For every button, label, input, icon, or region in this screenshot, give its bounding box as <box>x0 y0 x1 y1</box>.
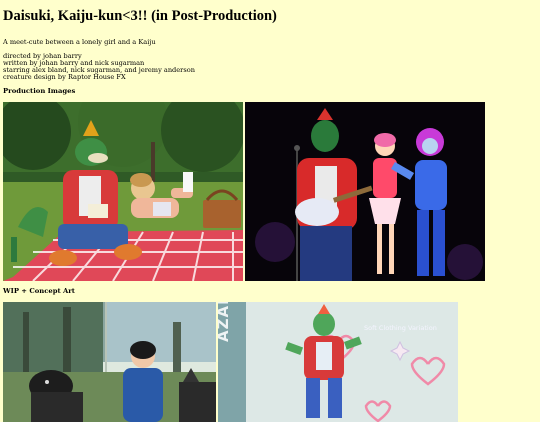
credits: directed by johan barry written by johan… <box>3 53 537 81</box>
credit-creature-design: creature design by Raptor House FX <box>3 73 126 81</box>
page-title: Daisuki, Kaiju-kun<3!! (in Post-Producti… <box>3 8 277 24</box>
picnic-still-image <box>3 102 243 281</box>
clothing-side-text: AZAM <box>218 302 232 342</box>
concept-art-heading: WIP + Concept Art <box>3 287 75 295</box>
production-images-row <box>3 102 537 281</box>
production-images-heading: Production Images <box>3 87 76 95</box>
concept-art-row: Soft Clothing Variation AZAM <box>3 302 537 422</box>
clothing-concept-image: Soft Clothing Variation AZAM <box>218 302 458 422</box>
clothing-caption: Soft Clothing Variation <box>364 324 437 332</box>
page: Daisuki, Kaiju-kun<3!! (in Post-Producti… <box>3 6 537 422</box>
magazine-concept-image <box>3 302 216 422</box>
stage-still-image <box>245 102 485 281</box>
tagline: A meet-cute between a lonely girl and a … <box>3 38 156 46</box>
